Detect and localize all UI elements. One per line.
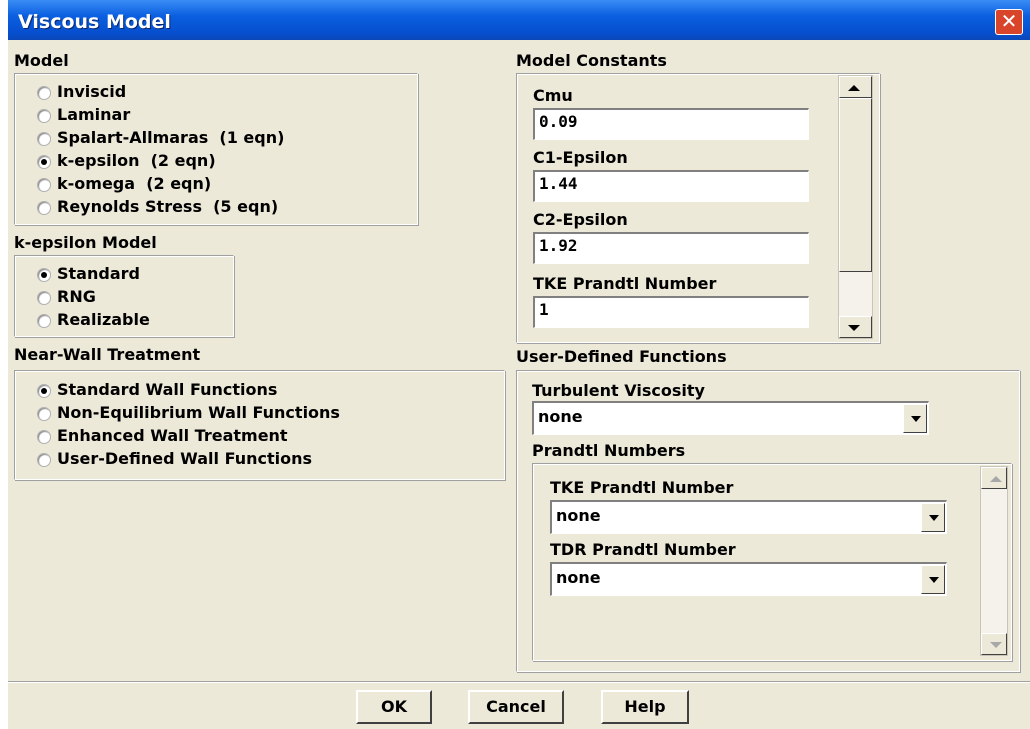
model-heading: Model [14,51,69,70]
scroll-up-icon[interactable] [981,467,1007,489]
radio-label: Realizable [57,310,150,329]
dropdown-value: none [556,506,601,525]
radio-icon[interactable] [37,430,51,444]
scroll-thumb[interactable] [839,98,872,272]
radio-icon[interactable] [37,291,51,305]
udf-heading: User-Defined Functions [516,347,727,366]
radio-label: Standard Wall Functions [57,380,278,399]
constant-label-c2-epsilon: C2-Epsilon [533,210,628,229]
radio-label: Inviscid [57,82,127,101]
tdr-prandtl-label: TDR Prandtl Number [550,540,736,559]
constants-scrollbar[interactable] [838,75,873,339]
nearwall-group: Standard Wall Functions Non-Equilibrium … [14,370,505,480]
tdr-prandtl-dropdown[interactable]: none [550,562,947,596]
udf-group: Turbulent Viscosity none Prandtl Numbers… [516,370,1020,672]
viscous-model-dialog: Viscous Model ✕ Model Inviscid Laminar S… [8,0,1030,729]
chevron-down-icon[interactable] [903,404,927,433]
scroll-up-icon[interactable] [839,76,872,98]
radio-label: Enhanced Wall Treatment [57,426,288,445]
radio-icon[interactable] [37,201,51,215]
constants-group: Cmu 0.09 C1-Epsilon 1.44 C2-Epsilon 1.92… [516,73,880,343]
radio-label: k-epsilon (2 eqn) [57,151,216,170]
nearwall-heading: Near-Wall Treatment [14,345,201,364]
radio-icon[interactable] [37,132,51,146]
dropdown-value: none [556,568,601,587]
scroll-down-icon[interactable] [839,316,872,338]
prandtl-scrollbar[interactable] [980,466,1008,656]
radio-icon[interactable] [37,268,51,282]
cancel-button[interactable]: Cancel [468,690,564,724]
close-icon[interactable]: ✕ [995,9,1023,35]
kepsilon-group: Standard RNG Realizable [14,255,234,337]
help-button[interactable]: Help [601,690,689,724]
constant-label-cmu: Cmu [533,86,573,105]
radio-icon[interactable] [37,407,51,421]
kepsilon-heading: k-epsilon Model [14,233,157,252]
prandtl-numbers-group: TKE Prandtl Number none TDR Prandtl Numb… [532,463,1012,661]
constants-heading: Model Constants [516,51,667,70]
radio-label: Spalart-Allmaras (1 eqn) [57,128,285,147]
dropdown-value: none [538,407,583,426]
radio-icon[interactable] [37,86,51,100]
radio-icon[interactable] [37,178,51,192]
cmu-field[interactable]: 0.09 [533,108,809,140]
radio-icon[interactable] [37,109,51,123]
radio-icon[interactable] [37,453,51,467]
ok-button[interactable]: OK [356,690,432,724]
radio-label: Standard [57,264,140,283]
tke-prandtl-label: TKE Prandtl Number [550,478,734,497]
prandtl-numbers-heading: Prandtl Numbers [532,441,686,460]
c2-epsilon-field[interactable]: 1.92 [533,232,809,264]
model-group: Inviscid Laminar Spalart-Allmaras (1 eqn… [14,73,418,225]
turbulent-viscosity-label: Turbulent Viscosity [532,381,705,400]
turbulent-viscosity-dropdown[interactable]: none [532,401,929,435]
scroll-down-icon[interactable] [981,633,1007,655]
radio-label: Non-Equilibrium Wall Functions [57,403,340,422]
constant-label-tke-prandtl: TKE Prandtl Number [533,274,717,293]
radio-label: RNG [57,287,96,306]
radio-label: k-omega (2 eqn) [57,174,212,193]
radio-icon[interactable] [37,155,51,169]
radio-icon[interactable] [37,384,51,398]
tke-prandtl-field[interactable]: 1 [533,296,809,328]
constant-label-c1-epsilon: C1-Epsilon [533,148,628,167]
footer-divider [8,681,1030,683]
window-title: Viscous Model [18,11,171,33]
radio-label: User-Defined Wall Functions [57,449,313,468]
radio-icon[interactable] [37,314,51,328]
title-bar[interactable]: Viscous Model ✕ [8,0,1030,40]
chevron-down-icon[interactable] [921,503,945,532]
c1-epsilon-field[interactable]: 1.44 [533,170,809,202]
chevron-down-icon[interactable] [921,565,945,594]
tke-prandtl-dropdown[interactable]: none [550,500,947,534]
radio-label: Laminar [57,105,131,124]
radio-label: Reynolds Stress (5 eqn) [57,197,279,216]
